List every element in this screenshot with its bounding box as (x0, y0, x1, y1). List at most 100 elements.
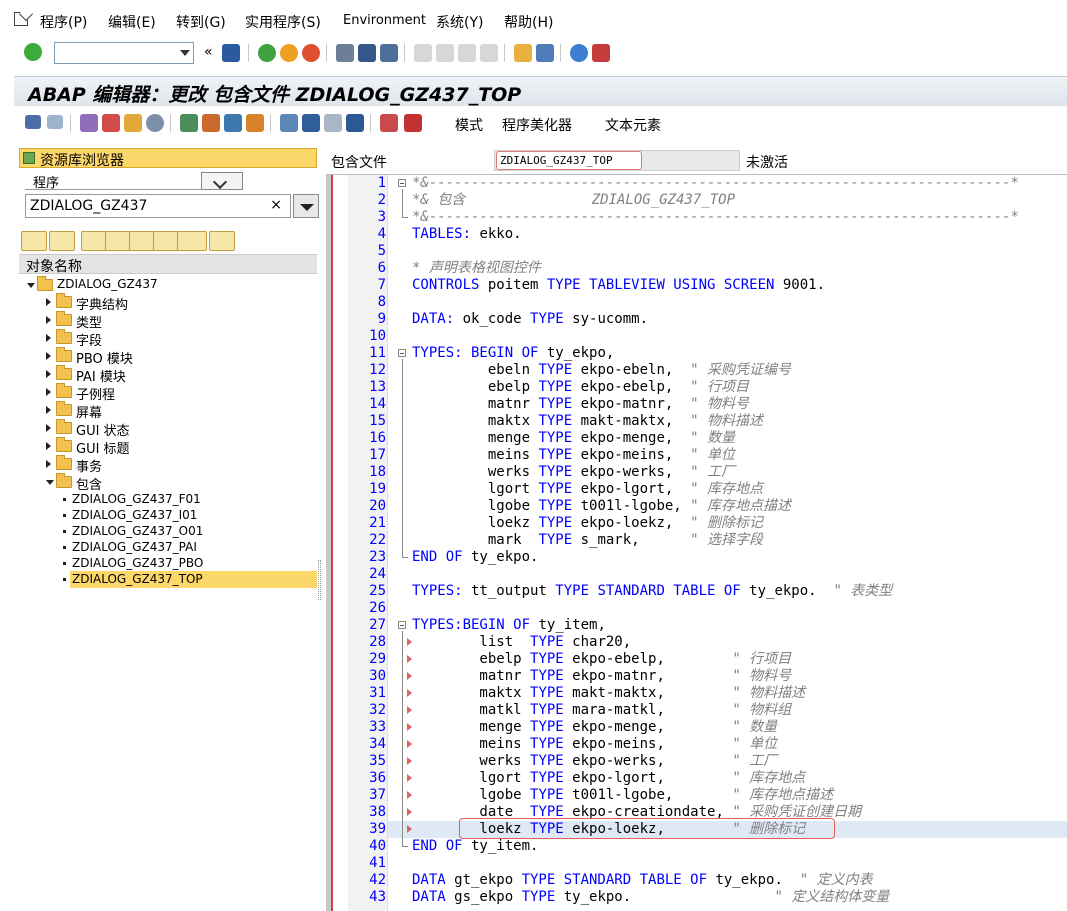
menu-utilities[interactable]: 实用程序(S) (245, 12, 321, 32)
menu-system[interactable]: 系统(Y) (436, 12, 483, 32)
expand-arrow-icon[interactable] (46, 298, 51, 306)
new-session-icon[interactable] (514, 44, 532, 62)
text-elements-button[interactable]: 文本元素 (605, 115, 661, 135)
code-line[interactable]: lgort TYPE ekpo-lgort, " 库存地点 (412, 481, 763, 498)
code-line[interactable]: meins TYPE ekpo-meins, " 单位 (412, 447, 735, 464)
help-icon[interactable] (570, 44, 588, 62)
favorites-icon[interactable] (177, 231, 207, 251)
expand-all-icon[interactable] (105, 231, 131, 251)
code-line[interactable]: TYPES:BEGIN OF ty_item, (412, 617, 606, 634)
code-line[interactable]: DATA gs_ekpo TYPE ty_ekpo. " 定义结构体变量 (412, 889, 889, 906)
code-line[interactable]: meins TYPE ekpo-meins, " 单位 (412, 736, 777, 753)
indent-icon[interactable] (302, 114, 320, 132)
code-line[interactable]: *&--------------------------------------… (412, 175, 1019, 192)
code-line[interactable]: TABLES: ekko. (412, 226, 522, 243)
code-area[interactable]: *&--------------------------------------… (388, 175, 1067, 911)
print-icon[interactable] (336, 44, 354, 62)
refresh-icon[interactable] (209, 231, 235, 251)
check-icon[interactable] (102, 114, 120, 132)
clear-icon[interactable]: × (270, 197, 282, 213)
exit-icon[interactable] (280, 44, 298, 62)
next-object-icon[interactable] (49, 231, 75, 251)
stop-icon[interactable] (404, 114, 422, 132)
code-line[interactable]: matnr TYPE ekpo-matnr, " 物料号 (412, 396, 749, 413)
forward-arrow-icon[interactable] (47, 115, 63, 129)
fold-toggle-icon[interactable] (398, 349, 406, 357)
code-line[interactable]: werks TYPE ekpo-werks, " 工厂 (412, 753, 777, 770)
object-name-input[interactable]: ZDIALOG_GZ437 × (25, 194, 291, 218)
menu-edit[interactable]: 编辑(E) (108, 12, 156, 32)
code-line[interactable]: DATA: ok_code TYPE sy-ucomm. (412, 311, 648, 328)
code-line[interactable]: TYPES: tt_output TYPE STANDARD TABLE OF … (412, 583, 892, 600)
code-line[interactable]: lgort TYPE ekpo-lgort, " 库存地点 (412, 770, 805, 787)
expand-arrow-icon[interactable] (46, 334, 51, 342)
expand-arrow-icon[interactable] (46, 316, 51, 324)
fold-toggle-icon[interactable] (398, 621, 406, 629)
display-change-icon[interactable] (80, 114, 98, 132)
pretty-printer-button[interactable]: 程序美化器 (502, 115, 572, 135)
collapse-icon[interactable]: « (204, 44, 213, 60)
layout-icon[interactable] (324, 114, 342, 132)
code-line[interactable]: ebelp TYPE ekpo-ebelp, " 行项目 (412, 379, 749, 396)
expand-arrow-icon[interactable] (46, 370, 51, 378)
previous-page-icon[interactable] (436, 44, 454, 62)
find-icon[interactable] (358, 44, 376, 62)
mode-button[interactable]: 模式 (455, 115, 483, 135)
code-line[interactable]: *& 包含 ZDIALOG_GZ437_TOP (412, 192, 735, 209)
first-page-icon[interactable] (414, 44, 432, 62)
info-icon[interactable] (346, 114, 364, 132)
include-name-field[interactable]: ZDIALOG_GZ437_TOP (496, 151, 642, 170)
code-line[interactable]: matnr TYPE ekpo-matnr, " 物料号 (412, 668, 791, 685)
code-line[interactable]: ebelp TYPE ekpo-ebelp, " 行项目 (412, 651, 791, 668)
customize-layout-icon[interactable] (592, 44, 610, 62)
expand-arrow-icon[interactable] (46, 388, 51, 396)
find-object-icon[interactable] (129, 231, 155, 251)
code-line[interactable]: CONTROLS poitem TYPE TABLEVIEW USING SCR… (412, 277, 825, 294)
code-line[interactable]: menge TYPE ekpo-menge, " 数量 (412, 719, 777, 736)
code-line[interactable]: * 声明表格视图控件 (412, 260, 541, 277)
code-line[interactable]: TYPES: BEGIN OF ty_ekpo, (412, 345, 614, 362)
expand-arrow-icon[interactable] (27, 283, 35, 288)
menu-exit-icon[interactable] (14, 12, 28, 26)
back-icon[interactable] (258, 44, 276, 62)
code-line[interactable]: END OF ty_item. (412, 838, 538, 855)
code-line[interactable]: mark TYPE s_mark, " 选择字段 (412, 532, 763, 549)
code-line[interactable]: maktx TYPE makt-maktx, " 物料描述 (412, 685, 805, 702)
code-line[interactable]: *&--------------------------------------… (412, 209, 1019, 226)
code-line[interactable]: list TYPE char20, (412, 634, 631, 651)
code-line[interactable]: werks TYPE ekpo-werks, " 工厂 (412, 464, 735, 481)
menu-environment[interactable]: Environment (343, 13, 426, 28)
menu-goto[interactable]: 转到(G) (176, 12, 226, 32)
save-icon[interactable] (222, 44, 240, 62)
expand-arrow-icon[interactable] (46, 460, 51, 468)
where-used-icon[interactable] (180, 114, 198, 132)
menu-help[interactable]: 帮助(H) (504, 12, 553, 32)
expand-arrow-icon[interactable] (46, 406, 51, 414)
breakpoint-icon[interactable] (380, 114, 398, 132)
code-editor[interactable]: 1 2 3 4 5 6 7 8 9 10 11 12 13 14 15 16 17 18 19 20 21 22 23 24 2… (326, 174, 1067, 911)
hierarchy-icon[interactable] (280, 114, 298, 132)
code-line[interactable]: ebeln TYPE ekpo-ebeln, " 采购凭证编号 (412, 362, 791, 379)
collapse-arrow-icon[interactable] (46, 480, 54, 485)
enter-icon[interactable] (24, 43, 42, 61)
test-icon[interactable] (146, 114, 164, 132)
code-line[interactable]: maktx TYPE makt-maktx, " 物料描述 (412, 413, 763, 430)
repository-browser-header[interactable]: 资源库浏览器 (19, 148, 317, 169)
pattern-icon[interactable] (202, 114, 220, 132)
find-next-icon[interactable] (380, 44, 398, 62)
next-page-icon[interactable] (458, 44, 476, 62)
shortcut-icon[interactable] (536, 44, 554, 62)
object-list-icon[interactable] (224, 114, 242, 132)
activate-icon[interactable] (124, 114, 142, 132)
command-field[interactable] (54, 42, 194, 64)
panel-splitter[interactable] (318, 560, 321, 600)
code-line[interactable]: lgobe TYPE t001l-lgobe, " 库存地点描述 (412, 498, 791, 515)
chevron-down-icon[interactable] (180, 50, 190, 56)
code-line[interactable]: loekz TYPE ekpo-loekz, " 删除标记 (412, 515, 763, 532)
code-line[interactable]: lgobe TYPE t001l-lgobe, " 库存地点描述 (412, 787, 833, 804)
object-type-dropdown-icon[interactable] (201, 172, 243, 190)
code-line[interactable]: END OF ty_ekpo. (412, 549, 538, 566)
navigation-icon[interactable] (246, 114, 264, 132)
tree-include-top[interactable]: ZDIALOG_GZ437_TOP (63, 571, 317, 589)
cancel-icon[interactable] (302, 44, 320, 62)
